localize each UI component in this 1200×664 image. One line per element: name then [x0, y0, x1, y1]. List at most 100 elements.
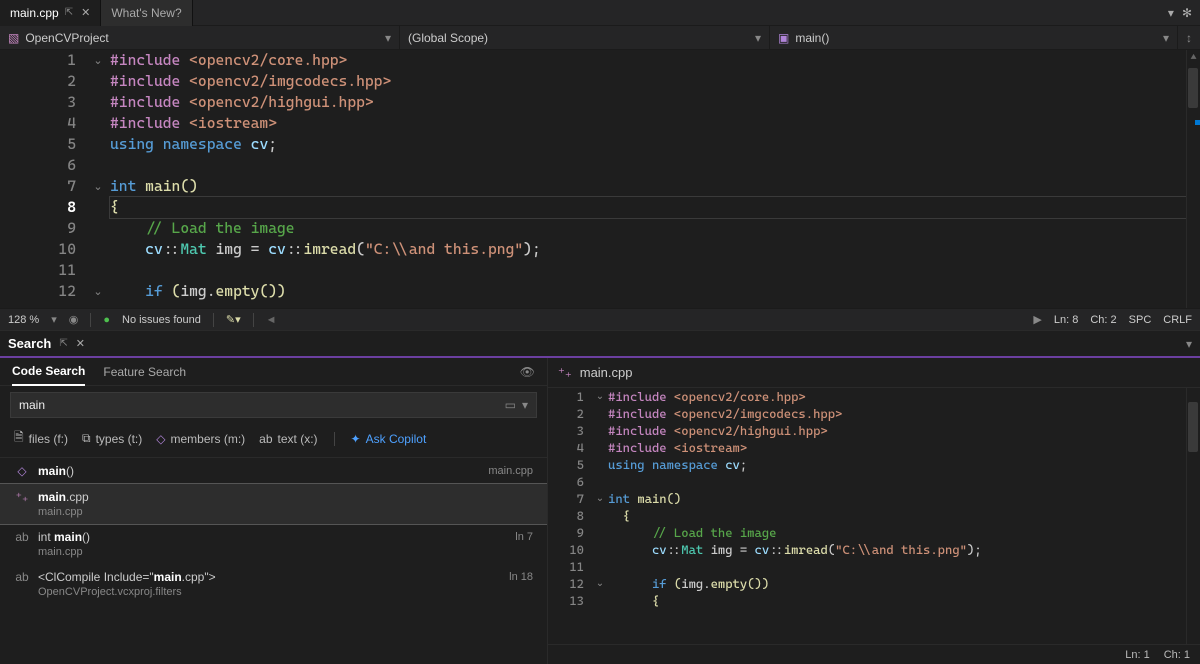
- line-number: 9: [0, 218, 76, 239]
- search-result[interactable]: ab <ClCompile Include="main.cpp"> ln 18 …: [0, 564, 547, 604]
- search-input[interactable]: main ▭ ▾: [10, 392, 537, 418]
- line-number: 3: [0, 92, 76, 113]
- preview-status-line[interactable]: Ln: 1: [1125, 649, 1149, 661]
- preview-filename: main.cpp: [580, 365, 633, 380]
- text-icon: ab: [259, 432, 272, 446]
- scrollbar-thumb[interactable]: [1188, 402, 1198, 452]
- file-tab-secondary[interactable]: What's New?: [101, 0, 192, 26]
- code-token: #include: [608, 440, 674, 455]
- code-token: ::: [667, 542, 682, 557]
- main-editor[interactable]: 1 2 3 4 5 6 7 8 9 10 11 12 ⌄ ⌄ ⌄ #includ…: [0, 50, 1200, 308]
- preview-line-number: 1: [548, 388, 584, 405]
- result-location: main.cpp: [488, 465, 533, 477]
- eye-icon[interactable]: 👁: [520, 365, 535, 379]
- copilot-label: Ask Copilot: [366, 432, 427, 446]
- tab-code-search[interactable]: Code Search: [12, 358, 85, 386]
- result-label: main: [38, 464, 66, 478]
- status-line[interactable]: Ln: 8: [1054, 314, 1078, 326]
- status-eol[interactable]: CRLF: [1163, 314, 1192, 326]
- scrollbar-thumb[interactable]: [1188, 68, 1198, 108]
- preview-line-number: 5: [548, 456, 584, 473]
- fold-icon[interactable]: ⌄: [93, 180, 102, 193]
- code-area[interactable]: #include <opencv2/core.hpp> #include <op…: [110, 50, 1186, 308]
- preview-header: ⁺₊ main.cpp: [548, 358, 1200, 388]
- issues-label[interactable]: No issues found: [122, 314, 201, 326]
- gear-icon[interactable]: ✻: [1182, 6, 1192, 20]
- pin-icon[interactable]: ⇱: [65, 7, 73, 18]
- brush-icon[interactable]: ✎▾: [226, 313, 241, 326]
- status-enc[interactable]: SPC: [1129, 314, 1152, 326]
- code-token: #include: [110, 51, 189, 69]
- line-number: 11: [0, 260, 76, 281]
- line-number: 7: [0, 176, 76, 197]
- project-dropdown[interactable]: ▧ OpenCVProject ▾: [0, 26, 400, 50]
- code-token: .: [703, 576, 710, 591]
- preview-code[interactable]: #include <opencv2/core.hpp> #include <op…: [608, 388, 1186, 644]
- code-token: cv: [251, 135, 269, 153]
- preview-status-bar: Ln: 1 Ch: 1: [548, 644, 1200, 664]
- zoom-chevron-icon[interactable]: ▾: [51, 313, 57, 326]
- code-token: #include: [110, 72, 189, 90]
- fold-icon[interactable]: ⌄: [93, 54, 102, 67]
- tab-feature-search[interactable]: Feature Search: [103, 358, 186, 386]
- split-vertical-icon[interactable]: ↕: [1186, 31, 1192, 45]
- code-token: (): [259, 282, 277, 300]
- code-token: "C:\\and this.png": [365, 240, 523, 258]
- zoom-level[interactable]: 128 %: [8, 314, 39, 326]
- file-tab-active[interactable]: main.cpp ⇱ ✕: [0, 0, 101, 26]
- ask-copilot-button[interactable]: ✦Ask Copilot: [351, 432, 427, 446]
- scope-label: (Global Scope): [408, 31, 488, 45]
- tab-label: Code Search: [12, 364, 85, 378]
- scroll-up-icon[interactable]: ▲: [1191, 52, 1197, 63]
- filter-text[interactable]: abtext (x:): [259, 432, 317, 446]
- code-token: ::: [286, 240, 304, 258]
- preview-status-char[interactable]: Ch: 1: [1164, 649, 1190, 661]
- search-tabs: Code Search Feature Search 👁: [0, 358, 547, 386]
- filter-files[interactable]: 🗎files (f:): [14, 428, 68, 449]
- code-token: cv: [652, 542, 667, 557]
- chevron-down-icon[interactable]: ▾: [522, 398, 528, 412]
- glasses-icon[interactable]: ◉: [69, 313, 79, 326]
- code-token: {: [110, 198, 119, 216]
- filter-types[interactable]: ⧉types (t:): [82, 431, 142, 446]
- fold-icon[interactable]: ⌄: [596, 493, 604, 504]
- fold-icon[interactable]: ⌄: [596, 391, 604, 402]
- code-token: empty: [711, 576, 748, 591]
- code-token: =: [251, 240, 260, 258]
- play-icon[interactable]: ▶: [1033, 313, 1041, 326]
- search-result[interactable]: ab int main() ln 7 main.cpp: [0, 524, 547, 564]
- code-token: <opencv2/imgcodecs.hpp>: [189, 72, 391, 90]
- code-token: (): [667, 491, 682, 506]
- filter-members[interactable]: ◇members (m:): [156, 432, 245, 446]
- pin-icon[interactable]: ⇱: [59, 338, 67, 349]
- code-token: imread: [784, 542, 828, 557]
- preview-editor[interactable]: 1 2 3 4 5 6 7 8 9 10 11 12 13 ⌄ ⌄ ⌄: [548, 388, 1200, 644]
- code-token: {: [623, 508, 630, 523]
- code-token: "C:\\and this.png": [835, 542, 967, 557]
- status-char[interactable]: Ch: 2: [1090, 314, 1116, 326]
- scrollbar-marker: [1195, 120, 1200, 125]
- scope-dropdown[interactable]: (Global Scope) ▾: [400, 26, 770, 50]
- close-icon[interactable]: ✕: [76, 337, 85, 350]
- code-token: (: [356, 240, 365, 258]
- function-dropdown[interactable]: ▣ main() ▾: [770, 26, 1178, 50]
- preview-scrollbar[interactable]: [1186, 388, 1200, 644]
- fold-icon[interactable]: ⌄: [93, 285, 102, 298]
- nav-left-icon[interactable]: ◄: [266, 314, 277, 326]
- code-token: <opencv2/imgcodecs.hpp>: [674, 406, 842, 421]
- search-result-selected[interactable]: ⁺₊ main.cpp main.cpp: [0, 484, 547, 524]
- close-tab-icon[interactable]: ✕: [81, 6, 90, 19]
- preview-line-number: 6: [548, 473, 584, 490]
- code-token: <opencv2/core.hpp>: [674, 389, 806, 404]
- code-token: <opencv2/highgui.hpp>: [189, 93, 374, 111]
- code-token: // Load the image: [652, 525, 777, 540]
- code-token: // Load the image: [145, 219, 294, 237]
- editor-scrollbar[interactable]: ▲: [1186, 50, 1200, 308]
- chevron-down-icon[interactable]: ▾: [1186, 337, 1192, 351]
- filter-icon[interactable]: ▭: [505, 398, 516, 412]
- search-result[interactable]: ◇ main() main.cpp: [0, 458, 547, 484]
- result-location: ln 18: [509, 571, 533, 583]
- split-horizontal-icon[interactable]: ▾: [1168, 6, 1174, 20]
- preview-line-number: 11: [548, 558, 584, 575]
- fold-icon[interactable]: ⌄: [596, 578, 604, 589]
